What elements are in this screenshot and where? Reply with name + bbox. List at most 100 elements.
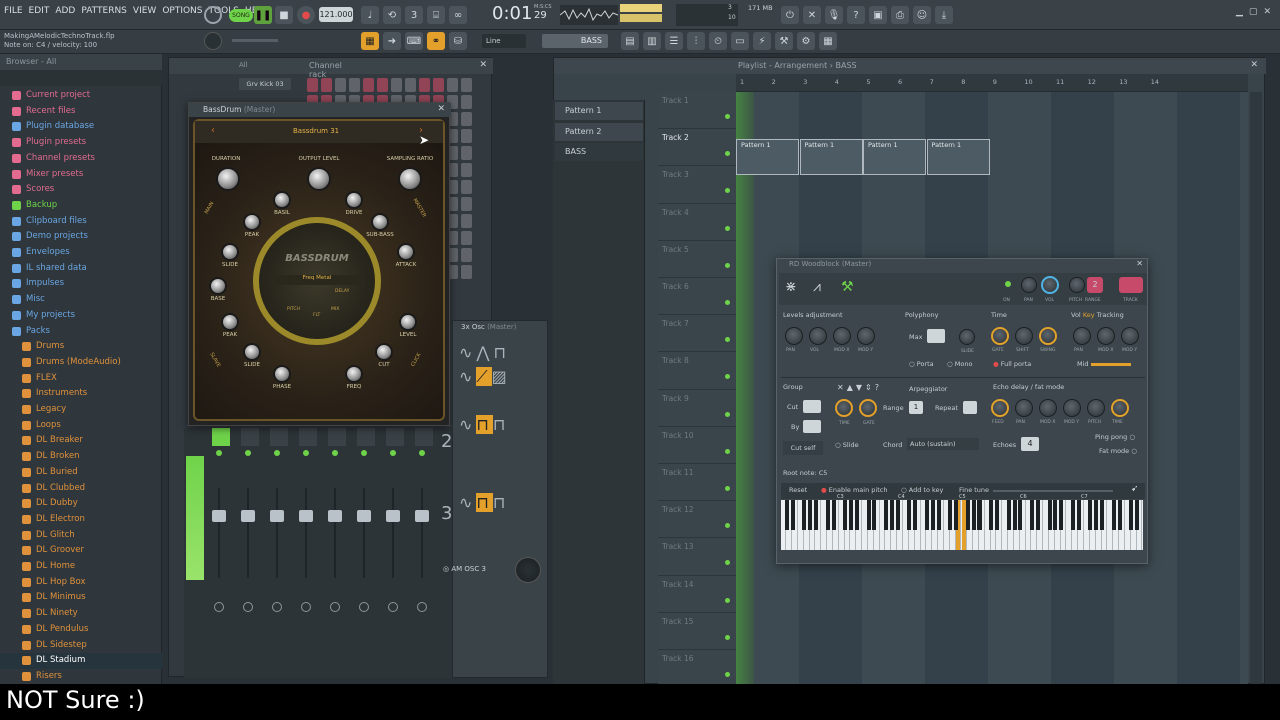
browser-item[interactable]: Risers [0, 669, 162, 685]
browser-item[interactable]: DL Glitch [0, 528, 162, 544]
knob[interactable] [1111, 399, 1129, 417]
browser-item[interactable]: DL Pendulus [0, 622, 162, 638]
am-osc3-toggle[interactable]: ◎ AM OSC 3 [443, 565, 486, 573]
master-pitch-slider[interactable] [232, 39, 278, 42]
piano-black-key[interactable] [1047, 500, 1052, 530]
browser-item[interactable]: DL Buried [0, 465, 162, 481]
track-mute-led[interactable] [725, 262, 730, 268]
arrow-button[interactable]: ➜ [383, 32, 401, 50]
knob-phase[interactable] [273, 365, 291, 383]
channel-rack-button[interactable]: ☰ [665, 32, 683, 50]
track-header[interactable]: Track 5 [658, 241, 736, 278]
mixer-send-knob[interactable] [359, 602, 369, 612]
saw-icon[interactable]: ∿ [459, 367, 476, 386]
pattern-select[interactable]: BASS [542, 34, 608, 48]
bassdrum-close-icon[interactable]: ✕ [437, 104, 445, 114]
osc1-shapes[interactable]: ∿⋀⊓ [459, 343, 510, 362]
track-mute-led[interactable] [725, 560, 730, 566]
tracking-tabs[interactable]: Vol Key Tracking [1071, 311, 1124, 319]
piano-black-key[interactable] [936, 500, 941, 530]
pitch-range-display[interactable]: 2 [1087, 277, 1103, 293]
track-header[interactable]: Track 6 [658, 278, 736, 316]
track-mute-led[interactable] [725, 225, 730, 231]
knob[interactable] [833, 327, 851, 345]
piano-black-key[interactable] [790, 500, 795, 530]
browser-item[interactable]: DL Hop Box [0, 575, 162, 591]
osc-phase-knob[interactable] [515, 557, 541, 583]
porta-option[interactable]: ○ Porta [909, 360, 934, 368]
snap-button[interactable]: ▦ [361, 32, 379, 50]
browser-item[interactable]: Drums (ModeAudio) [0, 355, 162, 371]
knob-cut[interactable] [375, 343, 393, 361]
track-mute-led[interactable] [725, 114, 730, 119]
fader-handle[interactable] [415, 510, 429, 522]
close-icon[interactable]: ✕ [1263, 7, 1277, 17]
knob-subbass[interactable] [371, 213, 389, 231]
browser-item[interactable]: DL Stadium [0, 653, 162, 669]
browser-item[interactable]: DL Groover [0, 543, 162, 559]
knob-freq[interactable] [345, 365, 363, 383]
arp-random-icon[interactable]: ? [875, 383, 882, 392]
channel-pitch-knob[interactable] [1069, 277, 1085, 293]
on-led[interactable] [1005, 281, 1011, 287]
browser-item[interactable]: Impulses [0, 276, 162, 292]
osc2-shapes[interactable]: ∿⊓⊓ [459, 415, 509, 434]
step-button[interactable] [461, 112, 472, 126]
slide-knob[interactable] [959, 329, 975, 345]
step-button[interactable] [461, 180, 472, 194]
track-mute-led[interactable] [725, 523, 730, 529]
piano-black-key[interactable] [872, 500, 877, 530]
fader-handle[interactable] [241, 510, 255, 522]
track-header[interactable]: Track 4 [658, 204, 736, 241]
track-mute-led[interactable] [725, 374, 730, 380]
browser-item[interactable]: Loops [0, 418, 162, 434]
knob[interactable] [1039, 399, 1057, 417]
mixer-track-selector[interactable] [1119, 277, 1143, 293]
mixer-track-led[interactable] [361, 450, 367, 456]
piano-black-key[interactable] [784, 500, 789, 530]
knob-basil[interactable] [273, 191, 291, 209]
osc2-pulse-icon[interactable]: ⊓ [493, 415, 509, 434]
knob[interactable] [857, 327, 875, 345]
track-header[interactable]: Track 1 [658, 92, 736, 130]
piano-black-key[interactable] [1111, 500, 1116, 530]
piano-black-key[interactable] [813, 500, 819, 530]
step-button[interactable] [461, 129, 472, 143]
wait-input-button[interactable]: ⟲ [383, 6, 401, 24]
knob[interactable] [1087, 399, 1105, 417]
osc2-sine-icon[interactable]: ∿ [459, 415, 476, 434]
knob-slide-2[interactable] [243, 343, 261, 361]
track-mute-led[interactable] [725, 672, 730, 677]
reset-button[interactable]: Reset [789, 486, 807, 494]
browser-item[interactable]: DL Clubbed [0, 481, 162, 497]
step-button[interactable] [461, 163, 472, 177]
step-button[interactable] [377, 78, 388, 92]
step-button[interactable] [447, 78, 458, 92]
step-button[interactable] [433, 78, 444, 92]
track-header[interactable]: Track 11 [658, 464, 736, 502]
browser-item[interactable]: Plugin presets [0, 135, 162, 151]
track-mute-led[interactable] [725, 486, 730, 491]
knob[interactable] [991, 327, 1009, 345]
step-button[interactable] [419, 78, 430, 92]
fader-handle[interactable] [386, 510, 400, 522]
chat-button[interactable]: ☺ [913, 6, 931, 24]
piano-black-key[interactable] [924, 500, 929, 530]
metronome-button[interactable]: ♩ [361, 6, 379, 24]
menu-add[interactable]: ADD [55, 6, 75, 16]
piano-keyboard[interactable]: C3 C4 C5 C6 C7 [781, 494, 1143, 550]
browser-item[interactable]: Current project [0, 88, 162, 104]
knob-drive[interactable] [345, 191, 363, 209]
browser-item[interactable]: Instruments [0, 386, 162, 402]
knob[interactable] [1073, 327, 1091, 345]
piano-black-key[interactable] [948, 500, 953, 530]
piano-black-key[interactable] [1006, 500, 1011, 530]
piano-black-key[interactable] [1076, 500, 1081, 530]
help-button[interactable]: ? [847, 6, 865, 24]
playlist-close-icon[interactable]: ✕ [1250, 60, 1258, 70]
mixer-track-led[interactable] [245, 450, 251, 456]
mixer-track-led[interactable] [274, 450, 280, 456]
wrench-button[interactable]: ⚒ [775, 32, 793, 50]
step-button[interactable] [461, 95, 472, 109]
piano-black-key[interactable] [843, 500, 848, 530]
